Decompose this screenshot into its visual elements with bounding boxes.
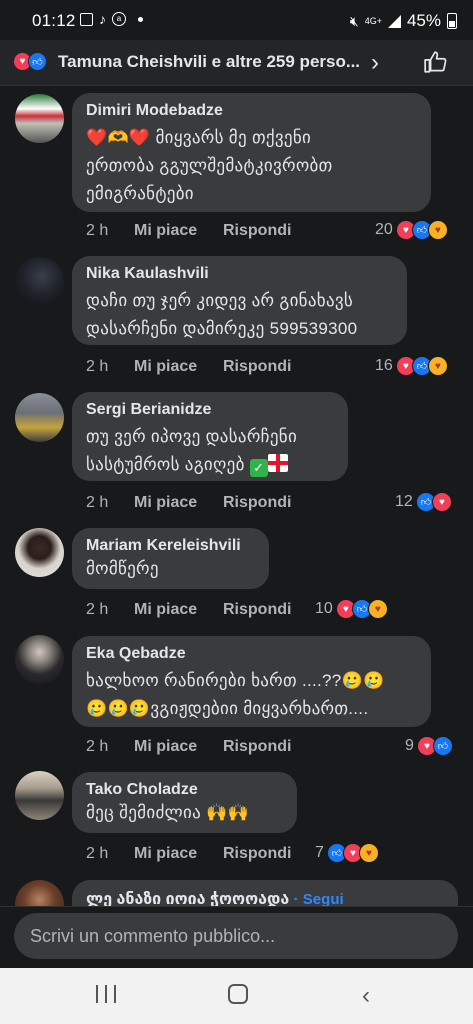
- comment-author[interactable]: Eka Qebadze: [86, 645, 417, 663]
- comment-bubble[interactable]: Eka Qebadze ხალხოო რანირები ხართ ....??🥲…: [72, 636, 431, 727]
- home-icon[interactable]: [228, 984, 248, 1004]
- avatar[interactable]: [15, 257, 64, 306]
- avatar[interactable]: [15, 635, 64, 684]
- reaction-count[interactable]: 12 👍︎ ♥: [395, 492, 452, 512]
- mute-icon: 🔇︎: [349, 12, 359, 29]
- care-reaction-icon: ♥: [427, 356, 448, 376]
- reaction-summary[interactable]: Tamuna Cheishvili e altre 259 perso...: [58, 52, 360, 72]
- avatar[interactable]: [15, 94, 64, 143]
- reaction-icons: ♥ 👍︎: [13, 52, 47, 71]
- chevron-right-icon[interactable]: ›: [371, 49, 379, 77]
- like-button[interactable]: Mi piace: [134, 358, 223, 376]
- comment-actions: 2 h Mi piace Rispondi: [86, 222, 291, 240]
- system-icons: 🔇︎ 4G+ 45%: [350, 11, 457, 31]
- care-reaction-icon: ♥: [427, 220, 448, 240]
- comment-text: ხალხოო რანირები ხართ ....??🥲🥲 🥲🥲🥲ვგიჟდებ…: [86, 671, 385, 718]
- comment-author[interactable]: Sergi Berianidze: [86, 401, 334, 419]
- comment-author[interactable]: Mariam Kereleishvili: [86, 537, 255, 555]
- like-reaction-icon: 👍︎: [432, 736, 453, 756]
- reaction-count-number: 9: [405, 737, 414, 754]
- love-reaction-icon: ♥: [431, 492, 452, 512]
- like-button[interactable]: Mi piace: [134, 845, 223, 863]
- comment-bubble[interactable]: Tako Choladze მეც შემიძლია 🙌🙌: [72, 772, 297, 833]
- signal-icon: [387, 14, 401, 28]
- comment-time: 2 h: [86, 738, 109, 755]
- comment-text: თუ ვერ იპოვე დასარჩენი სასტუმროს აგიღებ …: [86, 423, 334, 479]
- reply-button[interactable]: Rispondi: [223, 222, 291, 240]
- reaction-count-number: 10: [315, 600, 333, 617]
- like-button[interactable]: Mi piace: [134, 222, 223, 240]
- comment-time: 2 h: [86, 601, 109, 618]
- app-notification-icon: a: [112, 12, 126, 26]
- like-button[interactable]: Mi piace: [134, 601, 223, 619]
- avatar[interactable]: [15, 393, 64, 442]
- reaction-count-number: 12: [395, 493, 413, 510]
- comment-actions: 2 h Mi piace Rispondi: [86, 494, 291, 512]
- network-type: 4G+: [364, 15, 382, 26]
- reply-button[interactable]: Rispondi: [223, 601, 291, 619]
- comment-actions: 2 h Mi piace Rispondi: [86, 738, 291, 756]
- recent-apps-icon[interactable]: [96, 985, 116, 1003]
- reaction-count-number: 16: [375, 357, 393, 374]
- like-button[interactable]: Mi piace: [134, 738, 223, 756]
- comment-time: 2 h: [86, 845, 109, 862]
- avatar[interactable]: [15, 771, 64, 820]
- tiktok-icon: ♪: [99, 11, 106, 27]
- comment-bubble[interactable]: Sergi Berianidze თუ ვერ იპოვე დასარჩენი …: [72, 392, 348, 481]
- comment-text: ❤️🫶❤️ მიყვარს მე თქვენი ერთობა გგულშემატ…: [86, 124, 417, 208]
- like-button[interactable]: Mi piace: [134, 494, 223, 512]
- comment-bubble[interactable]: Nika Kaulashvili დაჩი თუ ჯერ კიდევ არ გი…: [72, 256, 407, 345]
- reaction-count[interactable]: 16 ♥ 👍︎ ♥: [375, 356, 448, 376]
- comment-actions: 2 h Mi piace Rispondi: [86, 358, 291, 376]
- comment-text: მომწერე: [86, 559, 159, 578]
- navigation-bar: ‹: [0, 968, 473, 1024]
- reply-button[interactable]: Rispondi: [223, 358, 291, 376]
- comment-input[interactable]: [14, 913, 458, 959]
- reaction-count-number: 7: [315, 844, 324, 861]
- reaction-count[interactable]: 7 👍︎ ♥ ♥: [315, 843, 379, 863]
- battery-percent: 45%: [406, 11, 441, 30]
- thumbs-up-icon[interactable]: [423, 49, 449, 75]
- comment-bubble[interactable]: Dimiri Modebadze ❤️🫶❤️ მიყვარს მე თქვენი…: [72, 93, 431, 212]
- comment-text: მეც შემიძლია 🙌🙌: [86, 803, 250, 822]
- status-bar: 01:12 ♪ a 🔇︎ 4G+ 45%: [0, 0, 473, 40]
- like-reaction-icon: 👍︎: [28, 52, 47, 71]
- comment-input-bar: [0, 906, 473, 968]
- comment-actions: 2 h Mi piace Rispondi: [86, 845, 291, 863]
- comment-author[interactable]: Dimiri Modebadze: [86, 102, 417, 120]
- battery-icon: [447, 13, 457, 29]
- reply-button[interactable]: Rispondi: [223, 738, 291, 756]
- reaction-count[interactable]: 20 ♥ 👍︎ ♥: [375, 220, 448, 240]
- comments-list[interactable]: Dimiri Modebadze ❤️🫶❤️ მიყვარს მე თქვენი…: [0, 86, 473, 906]
- care-reaction-icon: ♥: [358, 843, 379, 863]
- reaction-count[interactable]: 10 ♥ 👍︎ ♥: [315, 599, 388, 619]
- comment-text: დაჩი თუ ჯერ კიდევ არ გინახავს დასარჩენი …: [86, 291, 358, 338]
- reaction-count-number: 20: [375, 221, 393, 238]
- comment-actions: 2 h Mi piace Rispondi: [86, 601, 291, 619]
- status-time: 01:12: [32, 11, 76, 30]
- reactions-header[interactable]: ♥ 👍︎ Tamuna Cheishvili e altre 259 perso…: [0, 40, 473, 86]
- comment-author[interactable]: Tako Choladze: [86, 781, 283, 799]
- more-notifications-icon: [138, 16, 143, 22]
- check-mark-emoji: ✓: [249, 459, 268, 477]
- georgia-flag-emoji: [267, 454, 288, 472]
- comment-time: 2 h: [86, 494, 109, 511]
- comment-bubble[interactable]: Mariam Kereleishvili მომწერე: [72, 528, 269, 589]
- comment-time: 2 h: [86, 358, 109, 375]
- avatar[interactable]: [15, 528, 64, 577]
- gallery-icon: [80, 12, 93, 26]
- follow-button[interactable]: · Segui: [294, 891, 344, 906]
- comment-author[interactable]: ლე ანაზი იოია ჭოოოადა: [86, 891, 289, 906]
- comment-time: 2 h: [86, 222, 109, 239]
- comment-bubble[interactable]: ლე ანაზი იოია ჭოოოადა · Segui: [72, 880, 458, 906]
- reply-button[interactable]: Rispondi: [223, 845, 291, 863]
- back-icon[interactable]: ‹: [362, 982, 370, 1010]
- notification-icons: ♪ a: [80, 11, 143, 27]
- heart-hands-emoji: ❤️🫶❤️: [86, 128, 151, 147]
- reaction-count[interactable]: 9 ♥ 👍︎: [405, 736, 453, 756]
- reply-button[interactable]: Rispondi: [223, 494, 291, 512]
- avatar[interactable]: [15, 880, 64, 906]
- care-reaction-icon: ♥: [367, 599, 388, 619]
- comment-author[interactable]: Nika Kaulashvili: [86, 265, 393, 283]
